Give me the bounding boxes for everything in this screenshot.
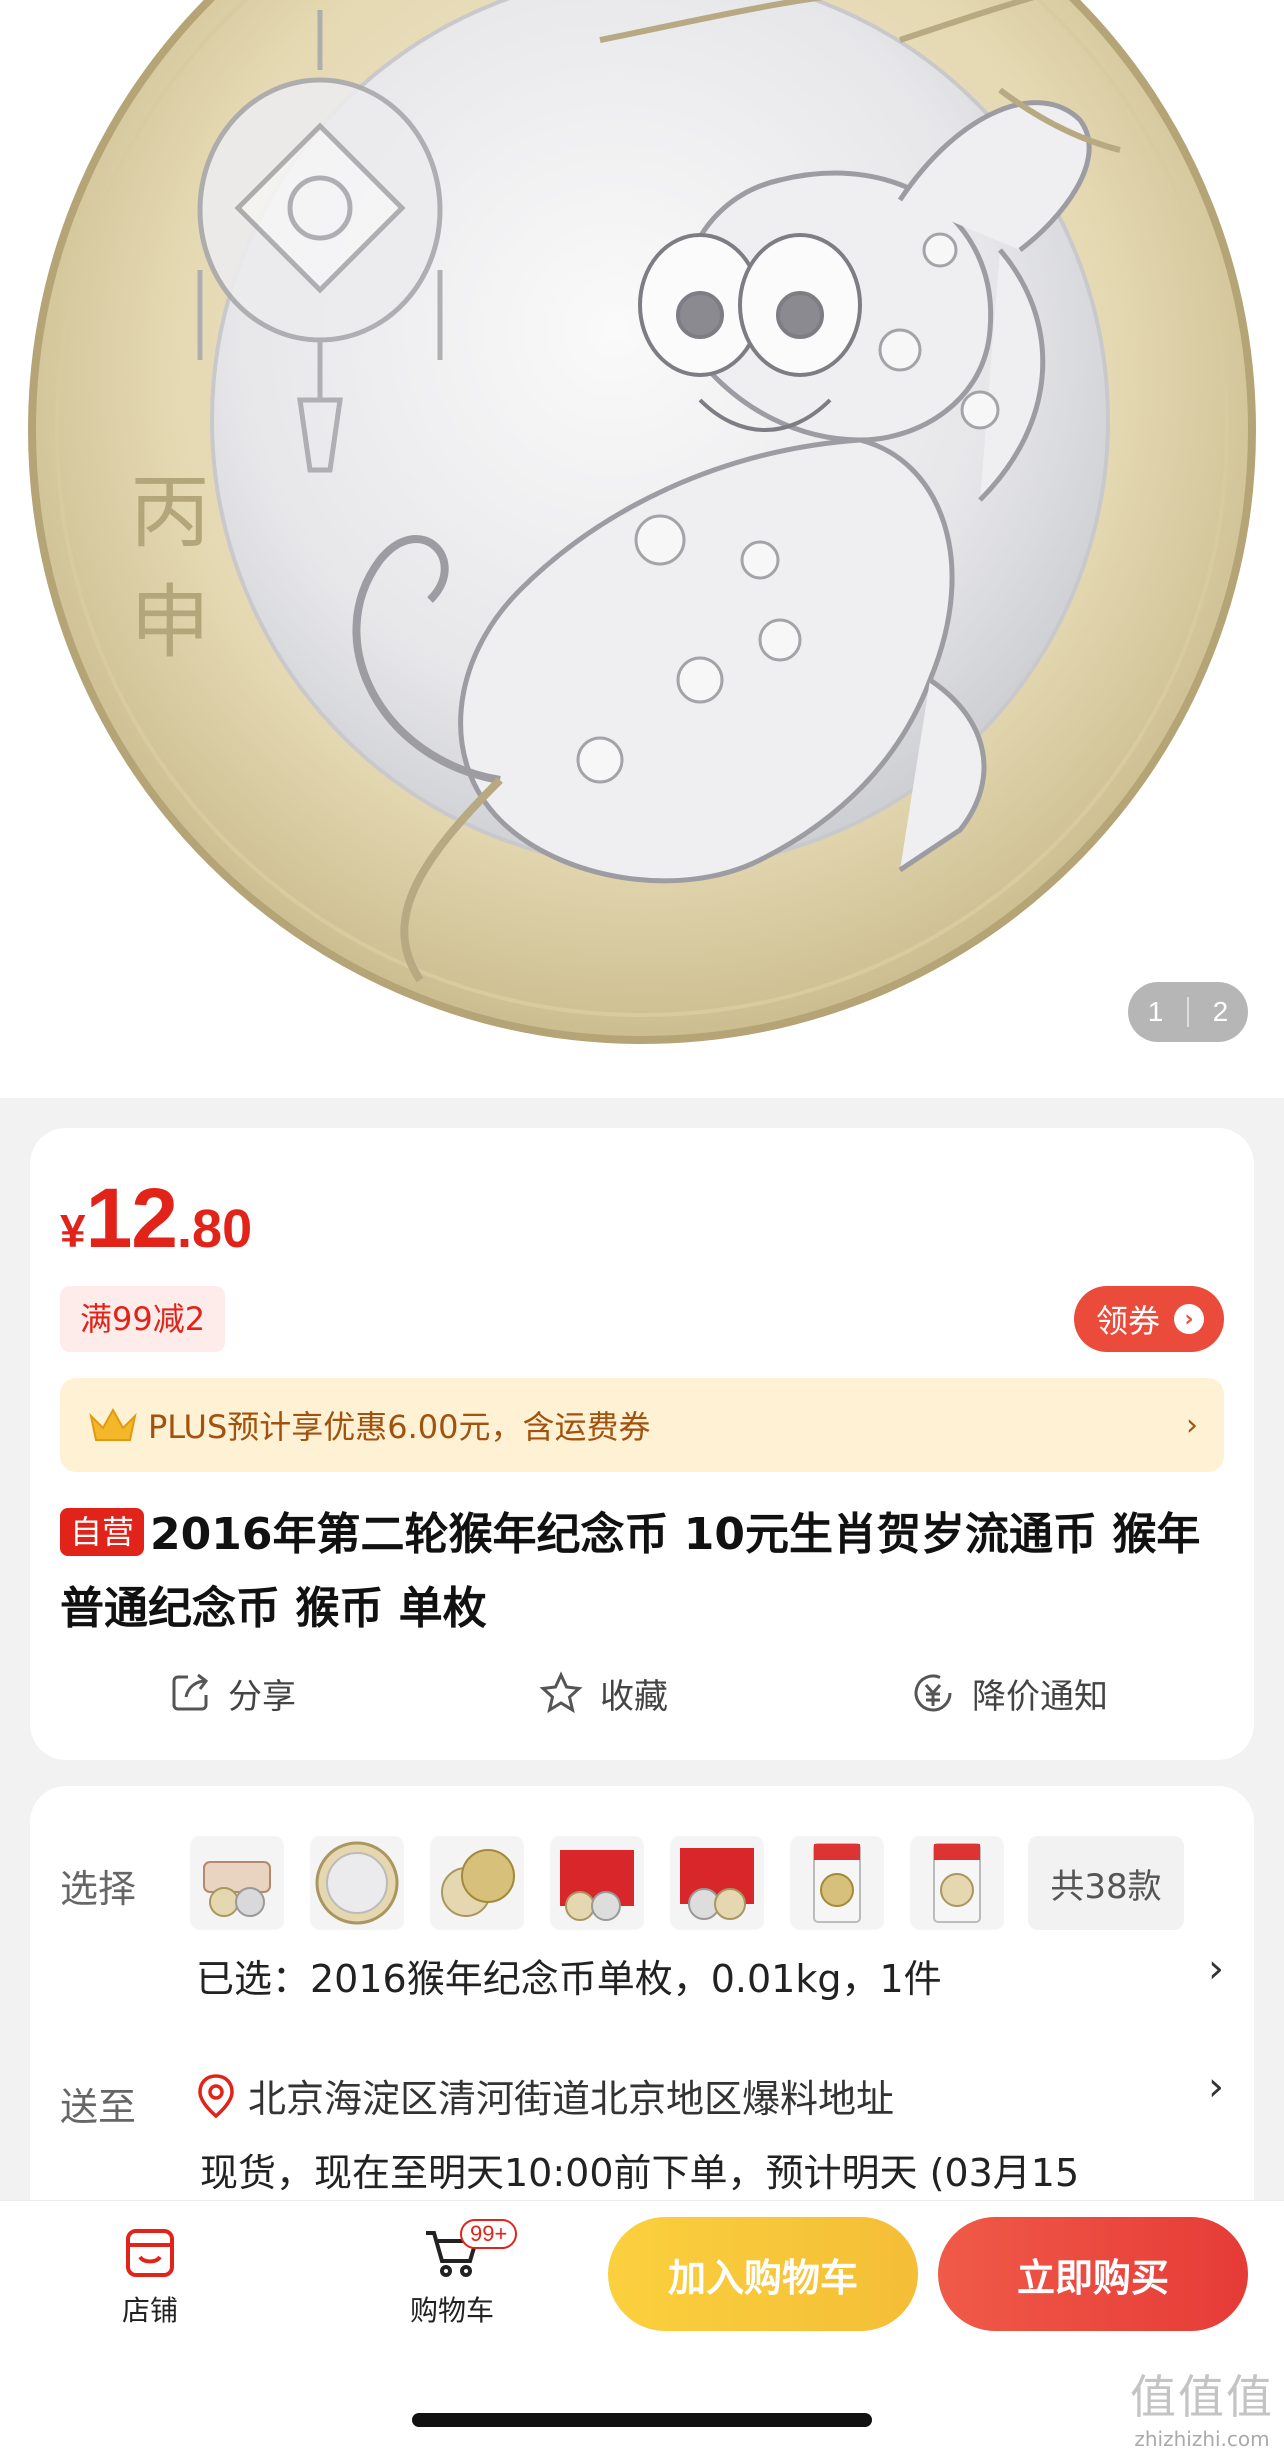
variant-thumb-coin-pair[interactable] [430, 1836, 524, 1930]
chevron-right-icon[interactable]: › [1208, 1946, 1224, 1992]
shop-label: 店铺 [121, 2294, 178, 2327]
coupon-label: 领券 [1095, 1302, 1160, 1340]
price-decimal: .80 [177, 1199, 253, 1259]
variant-thumb-graded-slab-a[interactable] [790, 1836, 884, 1930]
favorite-label: 收藏 [600, 1676, 668, 1717]
delivery-label: 送至 [60, 2085, 137, 2129]
product-title: 2016年第二轮猴年纪念币 10元生肖贺岁流通币 猴年普通纪念币 猴币 单枚 [60, 1509, 1201, 1634]
product-title-block: 自营 2016年第二轮猴年纪念币 10元生肖贺岁流通币 猴年普通纪念币 猴币 单枚 [60, 1498, 1224, 1646]
coin-legend-char-1: 丙 [130, 466, 210, 559]
variant-thumb-monkey-coin[interactable] [310, 1836, 404, 1930]
coin-image: 丙 申 [28, 0, 1256, 1044]
pager-divider [1186, 997, 1189, 1027]
star-icon [539, 1671, 583, 1714]
chevron-right-icon: › [1174, 1304, 1204, 1334]
favorite-button[interactable]: 收藏 [538, 1658, 668, 1728]
share-icon [172, 1673, 209, 1711]
cart-label: 购物车 [409, 2294, 494, 2327]
site-watermark: 值值值 zhizhizhi.com [1130, 2361, 1274, 2450]
chevron-right-icon: › [1186, 1407, 1198, 1443]
variant-thumbnails: 共38款 [190, 1836, 1184, 1930]
variant-thumb-graded-slab-b[interactable] [910, 1836, 1004, 1930]
buy-now-button[interactable]: 立即购买 [938, 2217, 1248, 2331]
chevron-right-icon[interactable]: › [1208, 2064, 1224, 2110]
stock-delivery-info: 现货，现在至明天10:00前下单，预计明天 (03月15 [200, 2151, 1080, 2195]
price-drop-icon [914, 1674, 952, 1712]
price-currency: ¥ [60, 1205, 86, 1257]
options-label: 选择 [60, 1867, 137, 1911]
share-button[interactable]: 分享 [168, 1658, 296, 1728]
promo-tag[interactable]: 满99减2 [60, 1286, 226, 1352]
variant-thumb-red-envelope-a[interactable] [550, 1836, 644, 1930]
options-card: 选择 共38款 已选：2016猴年纪念币单枚，0.01kg，1件 › 送至 北京… [30, 1786, 1254, 2256]
add-to-cart-button[interactable]: 加入购物车 [608, 2217, 918, 2331]
variant-thumb-red-envelope-b[interactable] [670, 1836, 764, 1930]
bottom-action-bar: 店铺 99+ 购物车 加入购物车 立即购买 值值值 zhizhizhi.com [0, 2200, 1284, 2450]
plus-discount-banner[interactable]: PLUS预计享优惠6.00元，含运费券 › [60, 1378, 1224, 1472]
more-variants-button[interactable]: 共38款 [1028, 1836, 1184, 1930]
product-info-card: ¥12.80 满99减2 领券 › PLUS预计享优惠6.00元，含运费券 › … [30, 1128, 1254, 1760]
price-integer: 12 [85, 1171, 178, 1265]
price: ¥12.80 [60, 1170, 252, 1267]
self-operated-badge: 自营 [60, 1508, 145, 1556]
delivery-address-text: 北京海淀区清河街道北京地区爆料地址 [248, 2077, 895, 2121]
location-pin-icon [198, 2073, 234, 2118]
cart-count-badge: 99+ [460, 2219, 518, 2249]
watermark-url: zhizhizhi.com [1134, 2427, 1270, 2450]
shop-icon [126, 2229, 174, 2277]
image-pager: 1 2 [1128, 982, 1248, 1042]
variant-thumb-coin-roll[interactable] [190, 1836, 284, 1930]
price-alert-label: 降价通知 [972, 1676, 1108, 1717]
pager-current: 1 [1147, 996, 1164, 1027]
cart-nav-button[interactable]: 99+ 购物车 [382, 2219, 522, 2329]
product-actions: 分享 收藏 降价通知 [30, 1658, 1254, 1728]
watermark-logo: 值值值 [1130, 2370, 1274, 2424]
delivery-address[interactable]: 北京海淀区清河街道北京地区爆料地址 [196, 2068, 894, 2123]
plus-discount-text: PLUS预计享优惠6.00元，含运费券 [148, 1408, 651, 1446]
crown-icon [89, 1407, 137, 1441]
get-coupon-button[interactable]: 领券 › [1073, 1286, 1224, 1352]
shop-nav-button[interactable]: 店铺 [80, 2225, 220, 2329]
price-alert-button[interactable]: 降价通知 [910, 1658, 1108, 1728]
coin-legend-char-2: 申 [130, 576, 210, 669]
home-indicator[interactable] [412, 2413, 872, 2427]
selected-variant-text[interactable]: 已选：2016猴年纪念币单枚，0.01kg，1件 [196, 1948, 942, 2003]
product-image-gallery[interactable]: 丙 申 1 2 [0, 0, 1284, 1098]
pager-total: 2 [1212, 996, 1229, 1027]
share-label: 分享 [228, 1676, 296, 1717]
